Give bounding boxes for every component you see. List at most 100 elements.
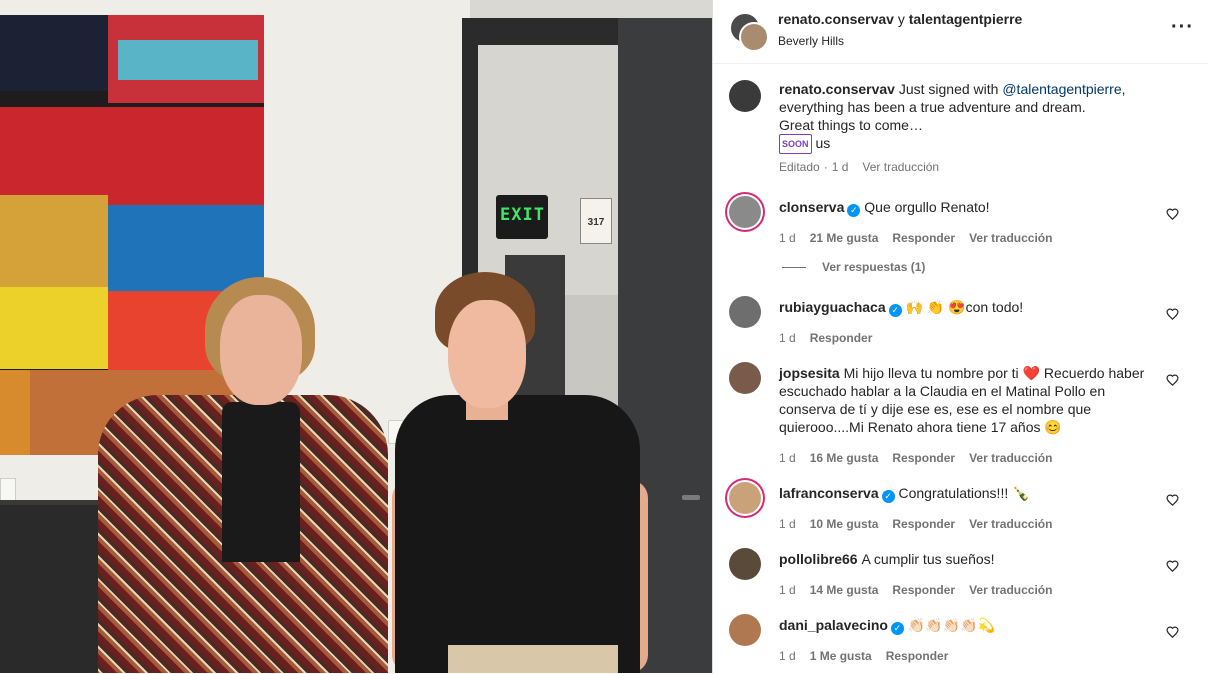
soon-arrow-icon: SOON <box>779 134 812 154</box>
comment-username[interactable]: jopsesita <box>779 365 840 381</box>
verified-badge-icon: ✓ <box>881 490 895 503</box>
comment-body: A cumplir tus sueños! <box>861 551 995 567</box>
likes-count[interactable]: 21 Me gusta <box>810 231 879 245</box>
reply-button[interactable]: Responder <box>892 451 955 465</box>
comment-row: lafranconserva ✓ Congratulations!!! 🍾 1 d1… <box>729 482 1193 542</box>
heart-icon[interactable] <box>1166 626 1179 639</box>
heart-icon[interactable] <box>1166 560 1179 573</box>
heart-icon[interactable] <box>1166 374 1179 387</box>
comment-text: rubiayguachaca ✓ 🙌 👏 😍con todo! <box>779 298 1163 317</box>
occupancy-number: 317 <box>587 217 605 228</box>
comment-row: pollolibre66 A cumplir tus sueños! 1 d 14 … <box>729 548 1193 608</box>
caption-fragment: , <box>1121 81 1126 97</box>
comment-row: rubiayguachaca ✓ 🙌 👏 😍con todo! 1 d Respond… <box>729 296 1193 356</box>
comment-meta: 1 d 14 Me gusta Responder Ver traducción <box>779 583 1066 597</box>
comment-time: 1 d <box>779 331 796 345</box>
occupancy-plaque: 317 <box>580 198 612 244</box>
author-link[interactable]: renato.conservav <box>778 11 894 27</box>
caption-fragment: Just signed with <box>894 81 1003 97</box>
verified-badge-icon: ✓ <box>888 304 902 317</box>
exit-sign-text: EXIT <box>500 205 545 225</box>
caption: renato.conservav Just signed with @talen… <box>729 80 1193 180</box>
person-left-shirt <box>222 402 300 562</box>
reply-button[interactable]: Responder <box>892 583 955 597</box>
view-replies-button[interactable]: Ver respuestas (1) <box>782 260 925 274</box>
person-right-tshirt <box>395 395 640 673</box>
comment-meta: 1 d 21 Me gusta Responder Ver traducción <box>779 231 1066 245</box>
comment-time: 1 d <box>779 583 796 597</box>
comments-panel: renato.conservav y talentagentpierre Bev… <box>712 0 1208 673</box>
author-link[interactable]: talentagentpierre <box>909 11 1023 27</box>
caption-username[interactable]: renato.conservav <box>779 81 895 97</box>
verified-badge-icon: ✓ <box>890 622 904 635</box>
comment-time: 1 d <box>779 451 796 465</box>
heart-icon[interactable] <box>1166 308 1179 321</box>
heart-icon[interactable] <box>1166 208 1179 221</box>
likes-count[interactable]: 16 Me gusta <box>810 451 879 465</box>
comment-row: dani_palavecino ✓ 👏🏻👏🏻👏🏻👏🏻💫 1 d 1 Me gusta R… <box>729 614 1193 674</box>
edited-label: Editado <box>779 160 820 174</box>
comment-username[interactable]: dani_palavecino <box>779 617 888 633</box>
exit-sign: EXIT <box>496 195 548 239</box>
translate-link[interactable]: Ver traducción <box>969 583 1052 597</box>
person-right-face <box>448 300 526 408</box>
view-replies-label: Ver respuestas (1) <box>822 260 926 274</box>
mention-link[interactable]: @talentagentpierre <box>1002 81 1121 97</box>
comment-username[interactable]: clonserva <box>779 199 844 215</box>
collab-avatars[interactable] <box>729 12 769 52</box>
comment-meta: 1 d 16 Me gusta Responder Ver traducción <box>779 451 1066 465</box>
reply-button[interactable]: Responder <box>892 517 955 531</box>
avatar[interactable] <box>729 362 761 394</box>
door-handle <box>682 495 700 500</box>
heart-icon[interactable] <box>1166 494 1179 507</box>
comment-username[interactable]: pollolibre66 <box>779 551 858 567</box>
reply-button[interactable]: Responder <box>886 649 949 663</box>
avatar[interactable] <box>729 614 761 646</box>
more-horizontal-icon[interactable]: ··· <box>1171 16 1194 39</box>
location-link[interactable]: Beverly Hills <box>778 34 1022 48</box>
likes-count[interactable]: 1 Me gusta <box>810 649 872 663</box>
avatar[interactable] <box>739 22 769 52</box>
comment-body: Que orgullo Renato! <box>864 199 990 215</box>
post-photo[interactable]: EXIT 317 <box>0 0 712 673</box>
comment-body: 👏🏻👏🏻👏🏻👏🏻💫 <box>907 617 995 633</box>
verified-badge-icon: ✓ <box>847 204 861 217</box>
comment-row: clonserva ✓ Que orgullo Renato! 1 d 21 Me g… <box>729 196 1193 256</box>
comment-body: 🙌 👏 😍con todo! <box>905 299 1024 315</box>
avatar[interactable] <box>729 548 761 580</box>
translate-link[interactable]: Ver traducción <box>969 517 1052 531</box>
caption-line: Great things to come… <box>779 117 923 133</box>
comment-meta: 1 d 10 Me gusta Responder Ver traducción <box>779 517 1066 531</box>
reply-button[interactable]: Responder <box>810 331 873 345</box>
comment-username[interactable]: rubiayguachaca <box>779 299 886 315</box>
avatar[interactable] <box>729 296 761 328</box>
caption-line: everything has been a true adventure and… <box>779 99 1086 115</box>
reply-button[interactable]: Responder <box>892 231 955 245</box>
comment-text: dani_palavecino ✓ 👏🏻👏🏻👏🏻👏🏻💫 <box>779 616 1163 635</box>
comment-username[interactable]: lafranconserva <box>779 485 879 501</box>
comment-text: jopsesita Mi hijo lleva tu nombre por ti… <box>779 364 1163 436</box>
comment-row: jopsesita Mi hijo lleva tu nombre por ti… <box>729 362 1193 465</box>
comment-body: Congratulations!!! 🍾 <box>898 485 1030 501</box>
comment-time: 1 d <box>779 517 796 531</box>
likes-count[interactable]: 14 Me gusta <box>810 583 879 597</box>
replies-line <box>782 267 806 269</box>
comment-time: 1 d <box>779 649 796 663</box>
translate-link[interactable]: Ver traducción <box>862 160 939 174</box>
comment-text: clonserva ✓ Que orgullo Renato! <box>779 198 1163 217</box>
comment-time: 1 d <box>779 231 796 245</box>
comment-text: lafranconserva ✓ Congratulations!!! 🍾 <box>779 484 1163 503</box>
caption-meta: Editado · 1 d Ver traducción <box>779 160 953 174</box>
translate-link[interactable]: Ver traducción <box>969 451 1052 465</box>
caption-time: 1 d <box>831 160 849 174</box>
translate-link[interactable]: Ver traducción <box>969 231 1052 245</box>
avatar[interactable] <box>729 196 761 228</box>
avatar[interactable] <box>729 482 761 514</box>
meta-separator: · <box>823 160 828 174</box>
post-authors: renato.conservav y talentagentpierre Bev… <box>778 11 1022 48</box>
comment-meta: 1 d Responder <box>779 331 886 345</box>
post-header: renato.conservav y talentagentpierre Bev… <box>713 0 1208 64</box>
likes-count[interactable]: 10 Me gusta <box>810 517 879 531</box>
person-left-face <box>220 295 302 405</box>
avatar[interactable] <box>729 80 761 112</box>
